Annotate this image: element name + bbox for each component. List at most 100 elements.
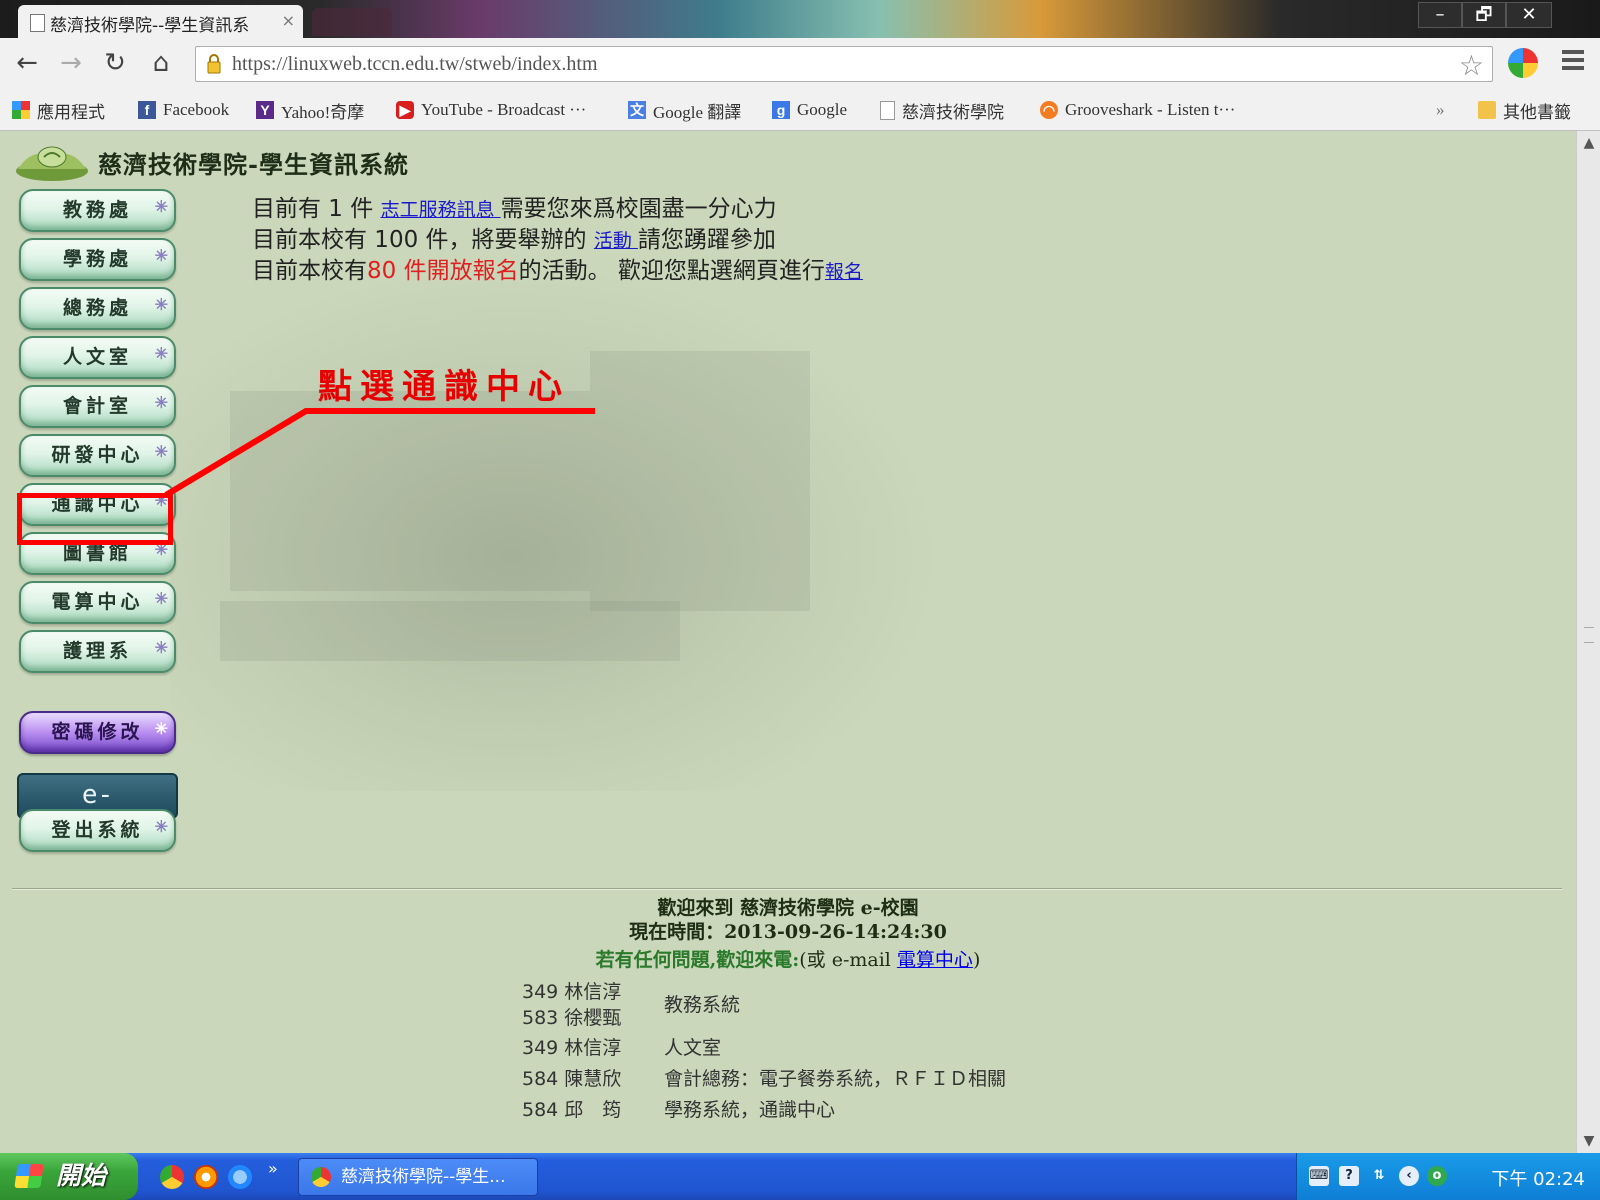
bookmark-label: Facebook (163, 100, 230, 119)
browser-tab[interactable]: 慈濟技術學院--學生資訊系 × (18, 5, 303, 38)
help-icon[interactable]: ? (1339, 1166, 1359, 1186)
notice-volunteer: 目前有 1 件 志工服務訊息 需要您來爲校園盡一分心力 (252, 189, 777, 223)
menu-general-education-center[interactable]: 通識中心 (19, 481, 176, 526)
menu-humanities-office[interactable]: 人文室 (19, 334, 176, 379)
other-bookmarks[interactable]: 其他書籤 (1478, 98, 1571, 122)
menu-accounting-office[interactable]: 會計室 (19, 383, 176, 428)
keyboard-icon[interactable]: ⌨ (1309, 1166, 1329, 1186)
chrome-quicklaunch-icon[interactable] (160, 1165, 184, 1189)
quicklaunch-more-icon[interactable]: » (268, 1159, 278, 1178)
logout-button[interactable]: 登出系統 (19, 807, 176, 852)
google-translate-icon: 文 (628, 101, 646, 119)
site-title: 慈濟技術學院-學生資訊系統 (98, 150, 409, 179)
clock[interactable]: 下午 02:24 (1491, 1165, 1585, 1191)
volunteer-info-link[interactable]: 志工服務訊息 (381, 199, 501, 221)
browser-toolbar: ← → ↻ ⌂ https://linuxweb.tccn.edu.tw/stw… (0, 38, 1600, 91)
yahoo-icon: Y (256, 101, 274, 119)
bookmark-label: Grooveshark - Listen t··· (1065, 100, 1236, 119)
bookmark-tccn[interactable]: 慈濟技術學院 (880, 98, 1004, 122)
notice-text: 目前有 1 件 (252, 196, 381, 222)
contact-ext: 584 邱 筠 (522, 1099, 622, 1121)
menu-academic-affairs[interactable]: 教務處 (19, 187, 176, 232)
address-bar[interactable]: https://linuxweb.tccn.edu.tw/stweb/index… (195, 46, 1493, 82)
folder-icon (1478, 101, 1496, 119)
contact-desc: 人文室 (664, 1037, 722, 1059)
contact-desc: 會計總務：電子餐劵系統，ＲＦＩＤ相關 (664, 1068, 1007, 1090)
close-window-button[interactable]: ✕ (1506, 2, 1552, 28)
grooveshark-icon: ◠ (1040, 101, 1058, 119)
scroll-down-icon[interactable]: ▼ (1581, 1133, 1597, 1149)
contact-line: 若有任何問題,歡迎來電:(或 e-mail 電算中心) (0, 945, 1576, 972)
taskbar-chrome-window[interactable]: 慈濟技術學院--學生... (298, 1158, 538, 1196)
task-title: 慈濟技術學院--學生... (341, 1167, 506, 1187)
bookmark-youtube[interactable]: ▶ YouTube - Broadcast ··· (396, 98, 586, 122)
activities-link[interactable]: 活動 (594, 230, 638, 252)
notice-activities: 目前本校有 100 件，將要舉辦的 活動 請您踴躍參加 (252, 220, 776, 254)
apps-grid-icon (12, 101, 30, 119)
bookmark-label: Google (797, 100, 848, 119)
menu-student-affairs[interactable]: 學務處 (19, 236, 176, 281)
contact-ext: 349 林信淳 (522, 1037, 622, 1059)
tray-expand-icon[interactable]: ‹ (1399, 1166, 1419, 1186)
scroll-grip-icon (1584, 627, 1594, 643)
contact-desc: 教務系統 (664, 994, 741, 1016)
tab-close-icon[interactable]: × (282, 11, 295, 30)
bookmark-grooveshark[interactable]: ◠ Grooveshark - Listen t··· (1040, 98, 1235, 122)
start-button[interactable]: 開始 (0, 1153, 138, 1200)
lock-warning-icon (207, 54, 221, 74)
media-player-quicklaunch-icon[interactable] (194, 1165, 218, 1189)
change-password-button[interactable]: 密碼修改 (19, 709, 176, 754)
menu-computer-center[interactable]: 電算中心 (19, 579, 176, 624)
bookmark-star-icon[interactable]: ☆ (1459, 49, 1484, 82)
windows-flag-icon (14, 1164, 44, 1188)
welcome-text: 歡迎來到 慈濟技術學院 e-校園 (657, 897, 919, 919)
campus-background-image (170, 271, 930, 791)
menu-rd-center[interactable]: 研發中心 (19, 432, 176, 477)
title-bar: 慈濟技術學院--學生資訊系 × – 🗗 ✕ (0, 0, 1600, 38)
bookmark-google-translate[interactable]: 文 Google 翻譯 (628, 98, 741, 122)
page-icon (30, 14, 45, 32)
bookmark-label: 應用程式 (37, 102, 105, 122)
windows-taskbar: 開始 » 慈濟技術學院--學生... ⌨ ? ⇅ ‹ o 下午 02:24 (0, 1153, 1600, 1200)
chrome-menu-icon[interactable] (1562, 50, 1584, 72)
system-tray: ⌨ ? ⇅ ‹ o 下午 02:24 (1296, 1153, 1600, 1200)
annotation-text: 點選通識中心 (318, 367, 570, 407)
facebook-icon: f (138, 101, 156, 119)
bookmark-facebook[interactable]: f Facebook (138, 98, 229, 122)
restore-button[interactable]: 🗗 (1462, 2, 1506, 28)
bookmark-apps[interactable]: 應用程式 (12, 98, 105, 122)
vertical-scrollbar[interactable]: ▲ ▼ (1576, 131, 1600, 1153)
home-icon[interactable]: ⌂ (146, 48, 176, 78)
bookmark-label: YouTube - Broadcast ··· (421, 100, 587, 119)
bookmarks-bar: 應用程式 f Facebook Y Yahoo!奇摩 ▶ YouTube - B… (0, 90, 1600, 131)
menu-library[interactable]: 圖書館 (19, 530, 176, 575)
network-icon[interactable]: ⇅ (1369, 1166, 1389, 1186)
menu-general-affairs[interactable]: 總務處 (19, 285, 176, 330)
registration-link[interactable]: 報名 (825, 261, 863, 283)
bookmarks-overflow-button[interactable]: » (1436, 98, 1445, 122)
reload-icon[interactable]: ↻ (100, 48, 130, 78)
contact-end: ) (972, 949, 981, 971)
forward-icon[interactable]: → (56, 48, 86, 78)
start-label: 開始 (56, 1162, 107, 1190)
internet-explorer-quicklaunch-icon[interactable] (228, 1165, 252, 1189)
contact-mid: (或 e-mail (799, 949, 897, 971)
computer-center-email-link[interactable]: 電算中心 (897, 949, 973, 971)
extension-icon[interactable] (1508, 48, 1538, 78)
contact-ext: 583 徐櫻甄 (522, 1007, 622, 1029)
antivirus-icon[interactable]: o (1427, 1166, 1447, 1186)
current-time: 現在時間：2013-09-26-14:24:30 (629, 921, 947, 943)
minimize-button[interactable]: – (1418, 2, 1462, 28)
bookmark-yahoo[interactable]: Y Yahoo!奇摩 (256, 98, 364, 122)
back-icon[interactable]: ← (12, 48, 42, 78)
notice-text: 需要您來爲校園盡一分心力 (500, 196, 777, 222)
notice-text: 請您踴躍參加 (637, 227, 776, 253)
menu-nursing-department[interactable]: 護理系 (19, 628, 176, 673)
new-tab-button[interactable] (312, 8, 392, 36)
bookmark-label: 慈濟技術學院 (902, 102, 1004, 122)
bookmark-label: Yahoo!奇摩 (281, 102, 365, 122)
tab-title: 慈濟技術學院--學生資訊系 (50, 16, 250, 36)
scroll-up-icon[interactable]: ▲ (1581, 135, 1597, 151)
notice-text: 目前本校有 100 件，將要舉辦的 (252, 227, 594, 253)
bookmark-google[interactable]: g Google (772, 98, 847, 122)
